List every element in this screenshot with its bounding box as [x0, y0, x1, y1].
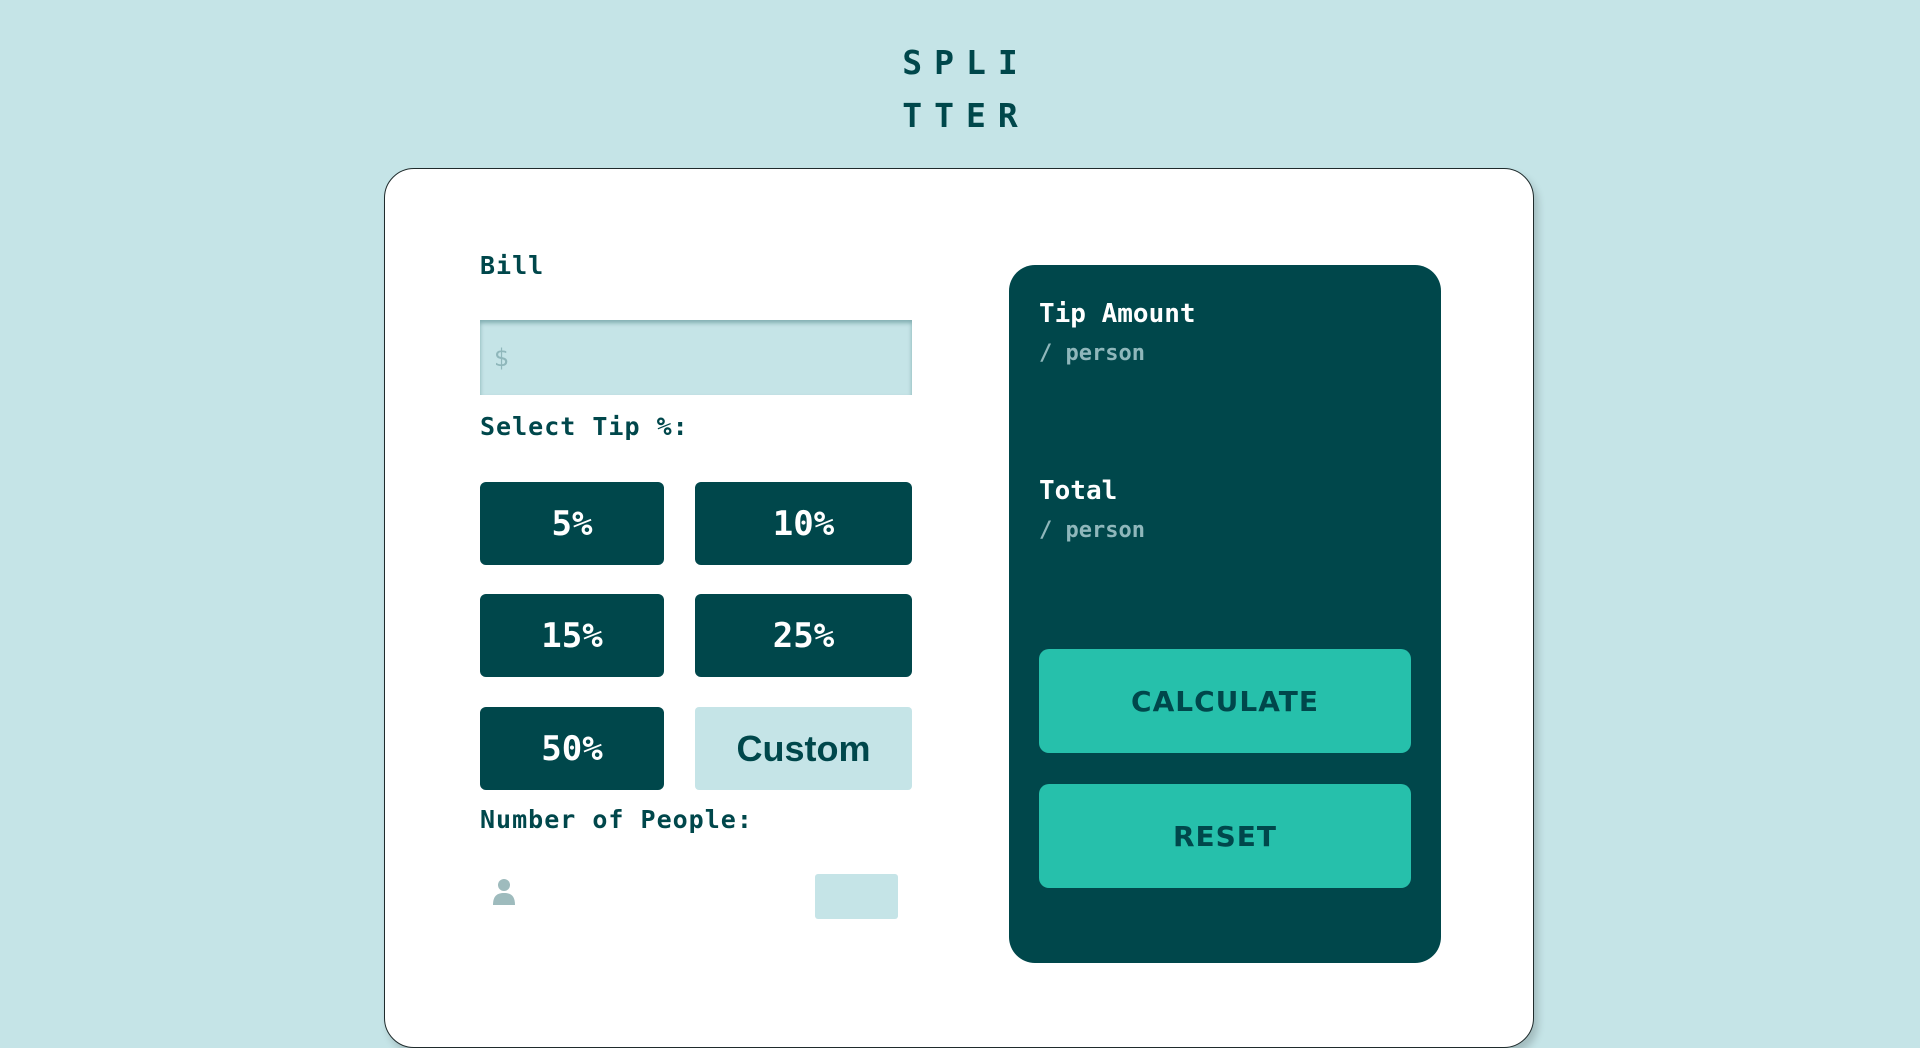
bill-input[interactable]: $	[480, 320, 912, 395]
custom-tip-input[interactable]: Custom	[695, 707, 912, 790]
logo-line-2: TTER	[902, 96, 1030, 135]
tip-50-button[interactable]: 50%	[480, 707, 664, 790]
total-title: Total	[1039, 476, 1118, 506]
tip-label: Select Tip %:	[480, 412, 689, 441]
people-label: Number of People:	[480, 805, 753, 834]
reset-button[interactable]: RESET	[1039, 784, 1411, 888]
tip-15-button[interactable]: 15%	[480, 594, 664, 677]
tip-25-button[interactable]: 25%	[695, 594, 912, 677]
result-panel: Tip Amount / person Total / person CALCU…	[1009, 265, 1441, 963]
tip-5-button[interactable]: 5%	[480, 482, 664, 565]
people-input[interactable]	[815, 874, 898, 919]
person-icon	[493, 879, 515, 905]
calculator-card: Bill $ Select Tip %: 5% 10% 15% 25% 50% …	[384, 168, 1534, 1048]
tip-10-button[interactable]: 10%	[695, 482, 912, 565]
bill-label: Bill	[480, 251, 545, 280]
dollar-placeholder: $	[494, 343, 510, 372]
app-logo: SPLI TTER	[0, 36, 1920, 142]
total-sub: / person	[1039, 518, 1145, 543]
calculate-button[interactable]: CALCULATE	[1039, 649, 1411, 753]
logo-line-1: SPLI	[902, 43, 1030, 82]
tip-amount-sub: / person	[1039, 341, 1145, 366]
tip-amount-title: Tip Amount	[1039, 299, 1196, 329]
